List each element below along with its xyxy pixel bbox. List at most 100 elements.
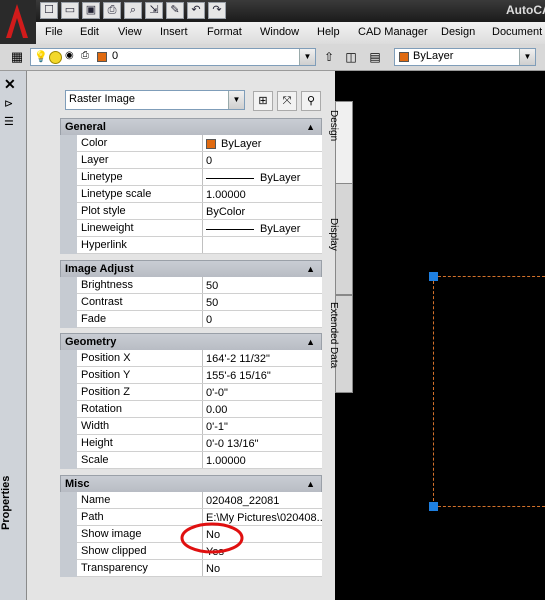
property-value[interactable]: ByLayer xyxy=(202,169,322,185)
property-row[interactable]: Scale 1.00000 xyxy=(60,452,322,469)
property-value[interactable]: 020408_22081 xyxy=(202,492,322,508)
grip-handle[interactable] xyxy=(429,502,438,511)
property-label: Name xyxy=(81,494,111,506)
property-row[interactable]: Contrast 50 xyxy=(60,294,322,311)
menu-window[interactable]: Window xyxy=(260,26,299,38)
autocad-logo-icon[interactable] xyxy=(0,0,36,44)
property-label: Transparency xyxy=(81,562,148,574)
layer-manager-icon[interactable]: ▦ xyxy=(8,48,26,66)
chevron-down-icon[interactable]: ▼ xyxy=(299,49,315,65)
object-type-dropdown[interactable]: Raster Image ▼ xyxy=(65,90,245,110)
property-row[interactable]: Rotation 0.00 xyxy=(60,401,322,418)
layer-previous-icon[interactable]: ◫ xyxy=(342,48,360,66)
row-gutter xyxy=(60,135,77,152)
property-row[interactable]: Position X 164'-2 11/32" xyxy=(60,350,322,367)
property-row[interactable]: Name 020408_22081 xyxy=(60,492,322,509)
properties-menu-icon[interactable]: ☰ xyxy=(4,115,14,128)
property-label: Position X xyxy=(81,352,131,364)
section-title: General xyxy=(65,121,106,133)
tab-extended-data[interactable]: Extended Data xyxy=(328,295,353,393)
tab-display[interactable]: Display xyxy=(328,183,353,295)
section-general[interactable]: General ▲ xyxy=(60,118,322,136)
quick-access-toolbar: ☐ ▭ ▣ ⎙ ⌕ ⇲ ✎ ↶ ↷ xyxy=(40,2,226,20)
property-label: Show clipped xyxy=(81,545,147,557)
property-row[interactable]: Color ByLayer xyxy=(60,135,322,152)
publish-icon[interactable]: ⇲ xyxy=(145,2,163,19)
property-row[interactable]: Transparency No xyxy=(60,560,322,577)
new-icon[interactable]: ☐ xyxy=(40,2,58,19)
layer-states-icon[interactable]: ▤ xyxy=(366,48,384,66)
collapse-icon[interactable]: ▲ xyxy=(306,261,315,277)
property-row[interactable]: Width 0'-1" xyxy=(60,418,322,435)
property-row[interactable]: Plot style ByColor xyxy=(60,203,322,220)
property-row[interactable]: Position Y 155'-6 15/16" xyxy=(60,367,322,384)
property-value[interactable]: 0'-1" xyxy=(202,418,322,434)
section-geometry[interactable]: Geometry ▲ xyxy=(60,333,322,351)
undo-icon[interactable]: ↶ xyxy=(187,2,205,19)
menu-design[interactable]: Design xyxy=(441,26,475,38)
property-label: Hyperlink xyxy=(81,239,127,251)
collapse-icon[interactable]: ▲ xyxy=(306,476,315,492)
row-gutter xyxy=(60,294,77,311)
property-value-text: ByLayer xyxy=(260,223,301,235)
tab-label: Design xyxy=(328,110,339,142)
collapse-icon[interactable]: ▲ xyxy=(306,334,315,350)
color-dropdown[interactable]: ByLayer ▼ xyxy=(394,48,536,66)
menu-cad-manager[interactable]: CAD Manager xyxy=(358,26,428,38)
property-value[interactable]: 50 xyxy=(202,277,322,293)
property-value[interactable]: 0 xyxy=(202,311,322,327)
menu-file[interactable]: File xyxy=(45,26,63,38)
auto-hide-icon[interactable]: ⊳ xyxy=(4,97,13,110)
menu-help[interactable]: Help xyxy=(317,26,340,38)
quick-select-icon[interactable]: ⚲ xyxy=(301,91,321,111)
property-value[interactable]: 0'-0 13/16" xyxy=(202,435,322,451)
redo-icon[interactable]: ↷ xyxy=(208,2,226,19)
property-row[interactable]: Height 0'-0 13/16" xyxy=(60,435,322,452)
preview-icon[interactable]: ⌕ xyxy=(124,2,142,19)
property-row[interactable]: Brightness 50 xyxy=(60,277,322,294)
property-value[interactable]: 0.00 xyxy=(202,401,322,417)
property-value[interactable]: 0 xyxy=(202,152,322,168)
close-icon[interactable]: ✕ xyxy=(4,77,16,91)
property-row[interactable]: Layer 0 xyxy=(60,152,322,169)
select-objects-icon[interactable]: ⤧ xyxy=(277,91,297,111)
section-misc[interactable]: Misc ▲ xyxy=(60,475,322,493)
menu-document[interactable]: Document xyxy=(492,26,542,38)
menu-format[interactable]: Format xyxy=(207,26,242,38)
make-current-icon[interactable]: ⇧ xyxy=(320,48,338,66)
property-row[interactable]: Hyperlink xyxy=(60,237,322,254)
property-value[interactable]: 0'-0" xyxy=(202,384,322,400)
property-label: Linetype scale xyxy=(81,188,152,200)
menu-edit[interactable]: Edit xyxy=(80,26,99,38)
matchprop-icon[interactable]: ✎ xyxy=(166,2,184,19)
property-value[interactable]: 155'-6 15/16" xyxy=(202,367,322,383)
chevron-down-icon[interactable]: ▼ xyxy=(228,91,244,109)
collapse-icon[interactable]: ▲ xyxy=(306,119,315,135)
property-value[interactable]: 50 xyxy=(202,294,322,310)
property-value[interactable]: ByLayer xyxy=(202,135,322,151)
property-row[interactable]: Linetype scale 1.00000 xyxy=(60,186,322,203)
grip-handle[interactable] xyxy=(429,272,438,281)
toggle-pickadd-icon[interactable]: ⊞ xyxy=(253,91,273,111)
property-value[interactable]: No xyxy=(202,560,322,576)
property-value[interactable]: 164'-2 11/32" xyxy=(202,350,322,366)
chevron-down-icon[interactable]: ▼ xyxy=(519,49,535,65)
open-icon[interactable]: ▭ xyxy=(61,2,79,19)
save-icon[interactable]: ▣ xyxy=(82,2,100,19)
property-value[interactable]: ByColor xyxy=(202,203,322,219)
layer-dropdown[interactable]: 💡 ◉ ⎙ 0 ▼ xyxy=(30,48,316,66)
property-value[interactable]: 1.00000 xyxy=(202,452,322,468)
menu-insert[interactable]: Insert xyxy=(160,26,188,38)
property-row[interactable]: Position Z 0'-0" xyxy=(60,384,322,401)
section-image-adjust[interactable]: Image Adjust ▲ xyxy=(60,260,322,278)
property-row[interactable]: Fade 0 xyxy=(60,311,322,328)
menu-view[interactable]: View xyxy=(118,26,142,38)
property-value[interactable]: 1.00000 xyxy=(202,186,322,202)
plot-icon[interactable]: ⎙ xyxy=(103,2,121,19)
property-row[interactable]: Lineweight ByLayer xyxy=(60,220,322,237)
property-value[interactable]: ByLayer xyxy=(202,220,322,236)
property-row[interactable]: Linetype ByLayer xyxy=(60,169,322,186)
row-gutter xyxy=(60,509,77,526)
property-value[interactable] xyxy=(202,237,322,253)
palette-title-text: Properties xyxy=(0,475,12,530)
